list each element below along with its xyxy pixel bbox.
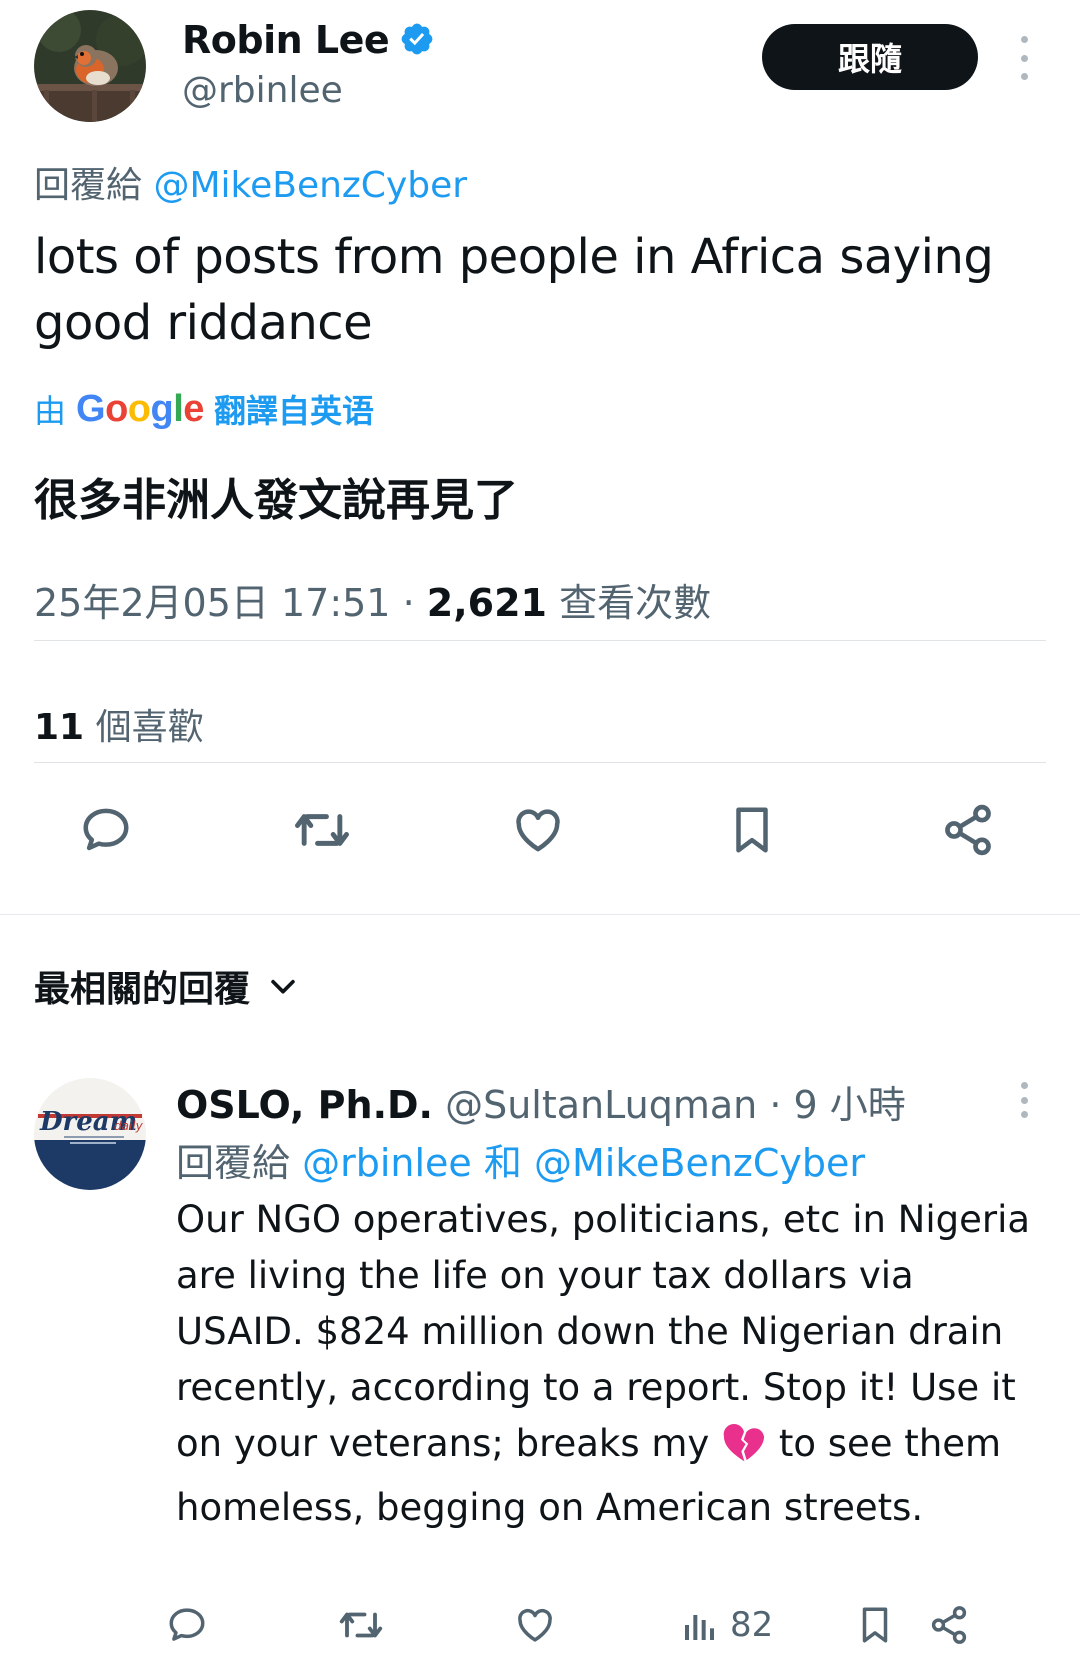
share-icon[interactable] <box>936 798 1000 862</box>
translate-suffix: 翻譯自英语 <box>213 392 374 430</box>
divider <box>34 640 1046 641</box>
reply-bookmark-button[interactable] <box>854 1604 896 1646</box>
follow-button[interactable]: 跟隨 <box>762 24 978 90</box>
mention-conjunction: 和 <box>483 1141 522 1185</box>
likes-summary[interactable]: 11 個喜歡 <box>34 698 204 750</box>
tweet-text: lots of posts from people in Africa sayi… <box>34 229 994 351</box>
reply-share-button[interactable] <box>928 1604 970 1646</box>
svg-text:daily: daily <box>114 1119 144 1133</box>
reply-time[interactable]: · 9 小時 <box>769 1083 905 1127</box>
retweet-icon[interactable] <box>290 798 354 862</box>
reply-replying-to-label: 回覆給 <box>176 1141 291 1185</box>
reply-views-count: 82 <box>730 1605 774 1645</box>
share-icon <box>931 1606 967 1644</box>
chevron-down-icon <box>271 979 295 994</box>
translation-attribution[interactable]: 由 Google 翻譯自英语 <box>34 386 374 432</box>
reply-sort-dropdown[interactable]: 最相關的回覆 <box>34 960 300 1012</box>
bookmark-icon[interactable] <box>720 798 784 862</box>
tweet-metadata: 25年2月05日 17:51 · 2,621 查看次數 <box>34 572 711 627</box>
like-icon <box>518 1608 552 1642</box>
reply-icon[interactable] <box>74 798 138 862</box>
author-avatar[interactable] <box>34 10 146 122</box>
mention-link[interactable]: @rbinlee <box>302 1141 472 1185</box>
likes-count: 11 <box>34 707 85 748</box>
reply-header: OSLO, Ph.D. @SultanLuqman · 9 小時 <box>176 1074 906 1129</box>
replying-to: 回覆給 @MikeBenzCyber <box>34 156 467 208</box>
translated-text: 很多非洲人發文說再見了 <box>34 475 518 526</box>
retweet-icon <box>339 1612 383 1638</box>
author-name[interactable]: Robin Lee <box>182 18 435 62</box>
view-count: 2,621 <box>426 581 547 625</box>
author-handle[interactable]: @rbinlee <box>182 70 343 111</box>
reply-like-button[interactable] <box>514 1604 556 1646</box>
view-count-label: 查看次數 <box>559 581 712 625</box>
more-options-icon[interactable] <box>1010 36 1038 80</box>
reply-icon <box>169 1608 205 1641</box>
reply-reply-button[interactable] <box>166 1604 208 1646</box>
timestamp[interactable]: 25年2月05日 17:51 <box>34 581 390 625</box>
reply-more-options-icon[interactable] <box>1012 1082 1036 1118</box>
reply-retweet-button[interactable] <box>338 1604 384 1646</box>
reply-replying-to: 回覆給 @rbinlee 和 @MikeBenzCyber <box>176 1132 865 1187</box>
mention-link[interactable]: @MikeBenzCyber <box>534 1141 865 1185</box>
mention-link[interactable]: @MikeBenzCyber <box>153 165 467 206</box>
author-name-text[interactable]: Robin Lee <box>182 18 390 62</box>
reply-sort-label: 最相關的回覆 <box>34 969 251 1010</box>
section-divider <box>0 914 1080 915</box>
reply-text: Our NGO operatives, politicians, etc in … <box>176 1192 1046 1536</box>
google-logo: Google <box>76 387 204 430</box>
reply-author-name[interactable]: OSLO, Ph.D. <box>176 1083 433 1127</box>
verified-badge-icon <box>399 21 435 57</box>
broken-heart-icon <box>721 1422 767 1480</box>
like-icon[interactable] <box>506 798 570 862</box>
translate-prefix: 由 <box>34 392 67 430</box>
likes-label: 個喜歡 <box>95 707 204 748</box>
meta-separator: · <box>402 581 415 625</box>
bookmark-icon <box>862 1607 888 1643</box>
views-icon <box>685 1615 714 1640</box>
replying-to-label: 回覆給 <box>34 165 143 206</box>
reply-views-button[interactable]: 82 <box>680 1604 773 1646</box>
reply-author-avatar[interactable]: Dream daily <box>34 1078 146 1190</box>
reply-author-handle[interactable]: @SultanLuqman <box>445 1083 757 1127</box>
divider <box>34 762 1046 763</box>
